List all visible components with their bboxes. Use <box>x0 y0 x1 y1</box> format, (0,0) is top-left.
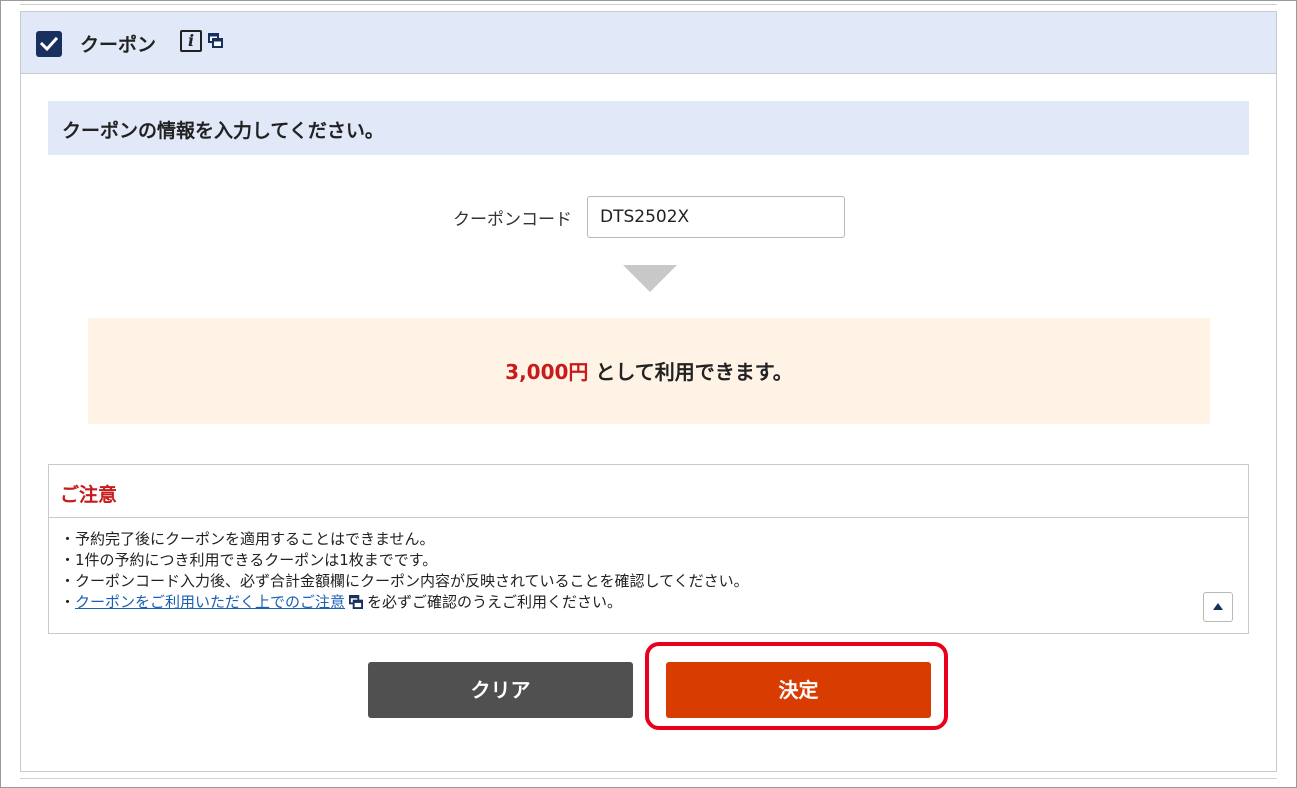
result-box: 3,000円 として利用できます。 <box>88 318 1210 424</box>
panel-title: クーポン <box>80 34 157 56</box>
down-arrow-icon <box>623 265 677 292</box>
notice-item: ・予約完了後にクーポンを適用することはできません。 <box>60 530 435 548</box>
result-amount: 3,000円 <box>505 360 589 384</box>
coupon-notes-link[interactable]: クーポンをご利用いただく上でのご注意 <box>75 593 345 611</box>
result-suffix: として利用できます。 <box>588 360 793 384</box>
coupon-checkbox[interactable] <box>36 31 62 57</box>
new-window-icon[interactable] <box>208 33 223 48</box>
notice-item: ・クーポンをご利用いただく上でのご注意 を必ずご確認のうえご利用ください。 <box>60 592 749 613</box>
checkmark-icon <box>40 36 58 52</box>
notice-header: ご注意 <box>49 465 1248 518</box>
coupon-code-input[interactable] <box>587 196 845 238</box>
notice-list: ・予約完了後にクーポンを適用することはできません。 ・1件の予約につき利用できる… <box>60 529 749 613</box>
new-window-icon[interactable] <box>349 595 364 609</box>
notice-item: ・クーポンコード入力後、必ず合計金額欄にクーポン内容が反映されていることを確認し… <box>60 572 749 590</box>
coupon-panel: クーポン i クーポンの情報を入力してください。 クーポンコード 3,000円 … <box>20 11 1277 772</box>
highlight-frame <box>645 642 948 730</box>
scroll-top-button[interactable] <box>1203 592 1233 622</box>
info-icon[interactable]: i <box>180 30 202 52</box>
notice-item: ・1件の予約につき利用できるクーポンは1枚までです。 <box>60 551 438 569</box>
caret-up-icon <box>1213 603 1223 610</box>
notice-item-suffix: を必ずご確認のうえご利用ください。 <box>367 593 623 611</box>
page-rule-top <box>20 4 1277 5</box>
section-bar: クーポンの情報を入力してください。 <box>48 101 1249 155</box>
notice-title: ご注意 <box>60 484 118 506</box>
panel-header: クーポン i <box>21 12 1276 74</box>
page-rule-bottom <box>20 778 1277 779</box>
coupon-code-label: クーポンコード <box>453 210 572 230</box>
result-text: 3,000円 として利用できます。 <box>88 356 1210 385</box>
section-title: クーポンの情報を入力してください。 <box>62 120 384 142</box>
clear-button[interactable]: クリア <box>368 662 633 718</box>
notice-box: ご注意 ・予約完了後にクーポンを適用することはできません。 ・1件の予約につき利… <box>48 464 1249 634</box>
notice-item-prefix: ・ <box>60 593 76 611</box>
